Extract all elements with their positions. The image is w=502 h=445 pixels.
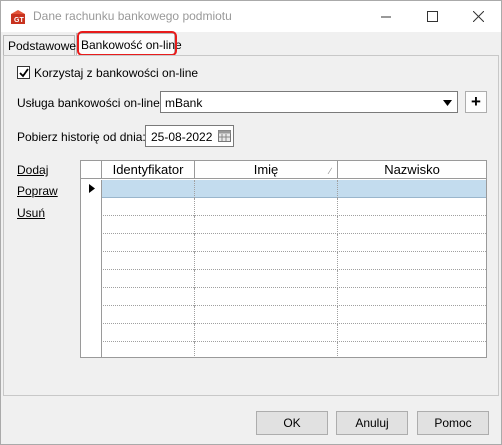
table-row[interactable] <box>81 234 486 252</box>
ok-button[interactable]: OK <box>256 411 328 435</box>
table-cell <box>338 216 486 234</box>
title-bar: GT Dane rachunku bankowego podmiotu <box>1 1 501 32</box>
table-cell <box>195 270 338 288</box>
table-cell <box>338 180 486 198</box>
table-cell <box>102 306 195 324</box>
history-date-value: 25-08-2022 <box>151 130 213 144</box>
tab-basic[interactable]: Podstawowe <box>3 35 76 55</box>
table-cell <box>195 180 338 198</box>
cancel-button[interactable]: Anuluj <box>336 411 408 435</box>
table-cell <box>81 180 102 198</box>
table-cell <box>81 306 102 324</box>
maximize-icon <box>427 11 438 22</box>
table-cell <box>195 306 338 324</box>
table-cell <box>102 216 195 234</box>
column-header-name-label: Imię <box>253 162 279 177</box>
edit-link[interactable]: Popraw <box>17 184 58 198</box>
table-cell <box>81 216 102 234</box>
tab-strip: Podstawowe Bankowość on-line <box>1 32 501 55</box>
tab-online-banking[interactable]: Bankowość on-line <box>76 33 182 55</box>
use-online-checkbox[interactable] <box>17 66 30 79</box>
maximize-button[interactable] <box>409 1 455 32</box>
table-row[interactable] <box>81 306 486 324</box>
table-cell <box>338 342 486 357</box>
table-row[interactable] <box>81 198 486 216</box>
use-online-label: Korzystaj z bankowości on-line <box>34 66 199 80</box>
table-cell <box>338 234 486 252</box>
header-indicator <box>81 161 102 179</box>
app-icon: GT <box>10 9 26 25</box>
help-button[interactable]: Pomoc <box>417 411 489 435</box>
table-cell <box>338 198 486 216</box>
plus-icon: + <box>471 92 481 111</box>
table-cell <box>338 252 486 270</box>
close-button[interactable] <box>455 1 501 32</box>
calendar-icon[interactable] <box>218 129 231 142</box>
column-header-surname[interactable]: Nazwisko <box>338 161 486 179</box>
table-cell <box>81 198 102 216</box>
table-cell <box>81 342 102 357</box>
service-value: mBank <box>165 96 203 110</box>
table-cell <box>195 324 338 342</box>
table-cell <box>338 324 486 342</box>
column-header-name[interactable]: Imię ∕ <box>195 161 338 179</box>
table-row[interactable] <box>81 270 486 288</box>
table-cell <box>102 252 195 270</box>
close-icon <box>473 11 484 22</box>
window-title: Dane rachunku bankowego podmiotu <box>33 9 232 23</box>
table-cell <box>102 180 195 198</box>
service-label: Usługa bankowości on-line: <box>17 96 164 110</box>
table-cell <box>81 288 102 306</box>
delete-link[interactable]: Usuń <box>17 206 45 220</box>
table-cell <box>195 216 338 234</box>
check-icon <box>19 68 29 78</box>
table-cell <box>195 342 338 357</box>
minimize-icon <box>381 16 391 18</box>
table-cell <box>81 324 102 342</box>
table-row[interactable] <box>81 180 486 198</box>
table-cell <box>102 270 195 288</box>
grid-header: Identyfikator Imię ∕ Nazwisko <box>81 161 486 179</box>
add-link[interactable]: Dodaj <box>17 163 48 177</box>
table-cell <box>81 234 102 252</box>
service-select[interactable]: mBank <box>160 91 458 113</box>
table-cell <box>195 252 338 270</box>
table-cell <box>195 234 338 252</box>
persons-grid[interactable]: Identyfikator Imię ∕ Nazwisko <box>80 160 487 358</box>
column-header-id[interactable]: Identyfikator <box>102 161 195 179</box>
table-cell <box>195 288 338 306</box>
table-row[interactable] <box>81 252 486 270</box>
table-cell <box>338 270 486 288</box>
table-row[interactable] <box>81 324 486 342</box>
svg-text:GT: GT <box>14 17 24 24</box>
table-cell <box>338 306 486 324</box>
table-cell <box>102 324 195 342</box>
minimize-button[interactable] <box>363 1 409 32</box>
table-row[interactable] <box>81 288 486 306</box>
table-cell <box>102 342 195 357</box>
table-row[interactable] <box>81 342 486 357</box>
history-date-field[interactable]: 25-08-2022 <box>145 125 234 147</box>
table-cell <box>338 288 486 306</box>
row-pointer-icon <box>89 184 95 193</box>
table-cell <box>102 234 195 252</box>
table-cell <box>195 198 338 216</box>
dialog-window: GT Dane rachunku bankowego podmiotu Pods… <box>0 0 502 445</box>
table-cell <box>102 198 195 216</box>
dropdown-arrow-icon <box>443 100 452 106</box>
table-cell <box>81 270 102 288</box>
history-label: Pobierz historię od dnia: <box>17 130 146 144</box>
sort-indicator-icon: ∕ <box>329 166 331 176</box>
table-cell <box>102 288 195 306</box>
table-cell <box>81 252 102 270</box>
add-service-button[interactable]: + <box>465 91 487 113</box>
table-row[interactable] <box>81 216 486 234</box>
